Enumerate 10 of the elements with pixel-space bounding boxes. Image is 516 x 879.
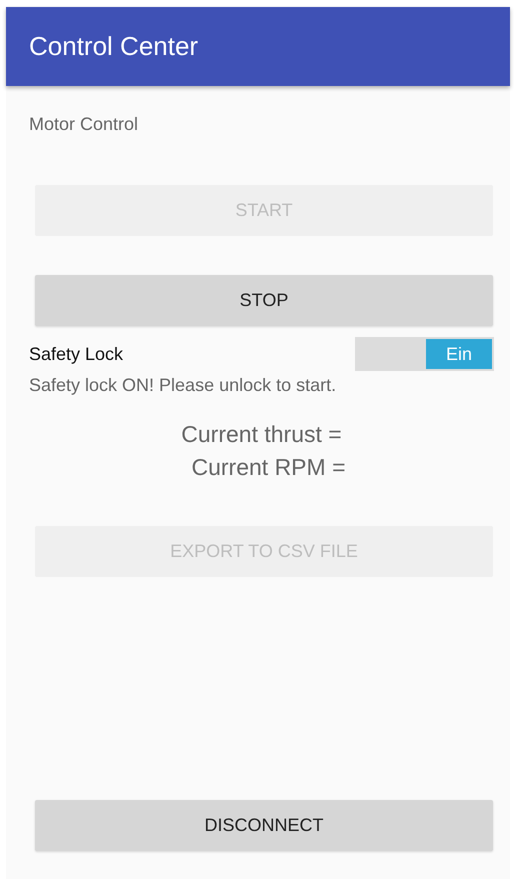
action-button[interactable]: STOP bbox=[35, 275, 493, 326]
switch-thumb: Ein bbox=[426, 339, 492, 369]
reading-label: Current thrust = bbox=[181, 420, 342, 449]
reading-label: Current RPM = bbox=[191, 453, 346, 482]
safety-lock-switch[interactable]: Ein bbox=[355, 337, 494, 371]
section-label: Motor Control bbox=[29, 114, 140, 135]
safety-lock-label: Safety Lock bbox=[29, 344, 124, 364]
disconnect-button[interactable]: DISCONNECT bbox=[35, 800, 493, 851]
app-title: Control Center bbox=[29, 31, 198, 62]
status-message: Safety lock ON! Please unlock to start. bbox=[29, 375, 338, 396]
